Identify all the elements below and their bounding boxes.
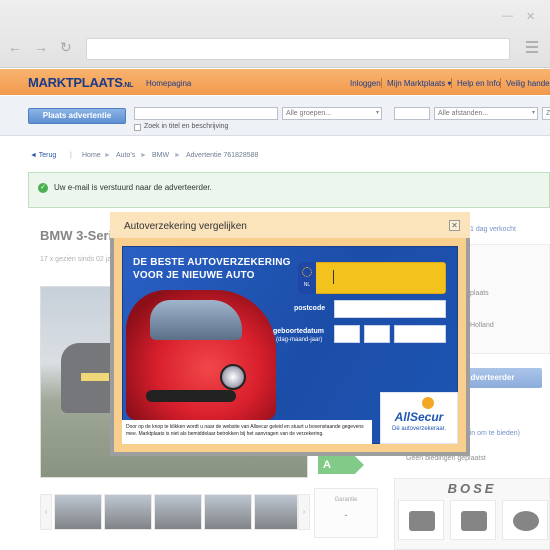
chevron-right-icon: ► [104,152,111,159]
text-cursor [333,270,334,284]
red-car-image [126,290,276,420]
checkbox-label: Zoek in titel en beschrijving [144,123,229,130]
chevron-right-icon: ► [174,152,181,159]
allsecur-tagline: Dé autoverzekeraar. [391,426,447,432]
dob-label: geboortedatum [273,328,324,335]
distance-select[interactable]: Alle afstanden... ▾ [434,107,538,120]
breadcrumb-ad-id: Advertentie 761828588 [186,152,259,159]
success-message: Uw e-mail is verstuurd naar de adverteer… [54,183,212,192]
forward-arrow-icon[interactable]: → [34,40,48,54]
dob-year-field[interactable] [394,325,446,343]
dob-month-field[interactable] [364,325,390,343]
modal-title: Autoverzekering vergelijken [124,221,247,232]
dob-day-field[interactable] [334,325,360,343]
title-description-checkbox[interactable] [134,124,141,131]
my-marktplaats-link[interactable]: Mijn Marktplaats ▾ [387,79,451,88]
search-input[interactable] [134,107,278,120]
check-icon: ✓ [38,183,48,193]
minimize-icon[interactable]: — [502,10,513,22]
allsecur-brand: AllSecur [394,410,444,424]
divider [500,78,501,88]
car-headlight [220,364,246,390]
eu-plate-band: NL [298,262,316,294]
breadcrumb-autos[interactable]: Auto's [116,152,135,159]
eu-stars-icon [302,267,312,277]
address-bar[interactable] [86,38,510,60]
back-link[interactable]: ◄ Terug [30,152,56,159]
breadcrumb-home[interactable]: Home [82,152,101,159]
search-button-label: Ze [546,110,550,117]
back-arrow-icon[interactable]: ← [8,40,22,54]
postcode-label: postcode [294,305,326,312]
logo-text: MARKTPLAATS [28,75,123,90]
postcode-input[interactable] [394,107,430,120]
license-plate-input[interactable] [298,262,446,294]
car-grille [146,390,236,402]
close-window-icon[interactable]: ✕ [526,10,535,23]
category-select[interactable]: Alle groepen... ▾ [282,107,382,120]
chevron-down-icon: ▾ [375,110,379,116]
breadcrumb-separator: | [70,152,72,159]
browser-window: — ✕ ← → ↻ MARKTPLAATS.NL Homepagina Inlo… [0,0,550,550]
safe-trading-link[interactable]: Veilig handele [506,79,550,88]
home-link[interactable]: Homepagina [146,79,191,88]
close-icon[interactable]: ✕ [449,220,460,231]
marktplaats-logo[interactable]: MARKTPLAATS.NL [28,75,133,90]
chevron-right-icon: ► [140,152,147,159]
reload-icon[interactable]: ↻ [60,40,72,54]
dob-format-hint: (dag-maand-jaar) [276,337,323,343]
search-button[interactable]: Ze [542,107,550,120]
car-windshield [150,300,242,340]
chevron-down-icon: ▾ [531,110,535,116]
ad-headline-line-1: DE BESTE AUTOVERZEKERING [133,257,291,268]
ad-headline-line-2: VOOR JE NIEUWE AUTO [133,270,255,281]
hamburger-icon[interactable] [526,41,538,55]
divider [381,78,382,88]
plate-country: NL [303,282,311,288]
divider [451,78,452,88]
logo-suffix: .NL [122,82,134,89]
breadcrumb-bmw[interactable]: BMW [152,152,169,159]
help-link[interactable]: Help en Info [457,79,500,88]
postcode-field[interactable] [334,300,446,318]
sun-icon [422,397,434,409]
ad-headline: DE BESTE AUTOVERZEKERING VOOR JE NIEUWE … [133,256,291,282]
login-link[interactable]: Inloggen [350,79,381,88]
post-ad-button[interactable]: Plaats advertentie [28,108,126,124]
distance-select-value: Alle afstanden... [438,110,489,117]
category-select-value: Alle groepen... [286,110,332,117]
ad-disclaimer: Door op de knop te klikken wordt u naar … [126,424,364,437]
